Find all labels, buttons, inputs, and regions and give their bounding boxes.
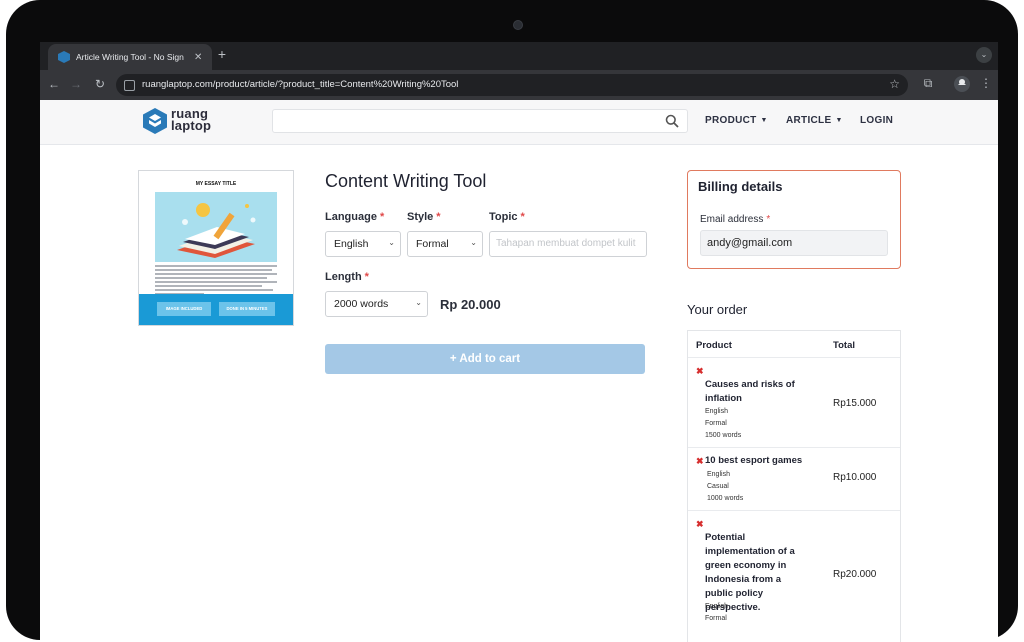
- item-total: Rp20.000: [833, 569, 877, 580]
- order-table: Product Total ✖ Causes and risks of infl…: [687, 330, 901, 642]
- length-select[interactable]: 2000 words ⌄: [325, 291, 428, 317]
- remove-item-icon[interactable]: ✖: [696, 366, 704, 377]
- nav-article-label: ARTICLE: [786, 115, 832, 126]
- col-product-header: Product: [696, 340, 732, 351]
- new-tab-button[interactable]: +: [213, 46, 231, 62]
- nav-article[interactable]: ARTICLE ▼: [786, 115, 843, 126]
- camera-icon: [513, 20, 523, 30]
- billing-details-panel: Billing details Email address * andy@gmai…: [687, 170, 901, 269]
- style-value: Formal: [416, 238, 449, 250]
- back-arrow-icon[interactable]: ←: [46, 77, 62, 91]
- topic-label: Topic *: [489, 211, 525, 223]
- remove-item-icon[interactable]: ✖: [696, 456, 704, 467]
- email-value: andy@gmail.com: [707, 237, 793, 249]
- table-row: ✖ Causes and risks of inflation English …: [688, 357, 900, 448]
- logo-line-2: laptop: [171, 118, 212, 133]
- tab-search-chevron-icon[interactable]: ⌄: [976, 47, 992, 63]
- image-included-badge: IMAGE INCLUDED: [157, 302, 211, 316]
- laptop-frame: Article Writing Tool - No Sign ✕ + ⌄ ← →…: [6, 0, 1018, 642]
- col-total-header: Total: [833, 340, 855, 351]
- item-total: Rp15.000: [833, 398, 877, 409]
- chevron-down-icon: ⌄: [470, 238, 477, 247]
- item-meta: English Formal: [705, 603, 728, 622]
- close-tab-icon[interactable]: ✕: [194, 52, 202, 63]
- tab-title: Article Writing Tool - No Sign: [76, 52, 184, 62]
- your-order-title: Your order: [687, 302, 748, 317]
- length-value: 2000 words: [334, 298, 389, 310]
- site-logo-text[interactable]: ruang laptop: [171, 107, 212, 133]
- address-bar[interactable]: ruanglaptop.com/product/article/?product…: [116, 74, 908, 96]
- length-label: Length *: [325, 271, 369, 283]
- site-favicon-icon: [58, 51, 70, 63]
- chevron-down-icon: ⌄: [415, 298, 422, 307]
- item-name: Causes and risks of inflation: [705, 379, 795, 404]
- email-label: Email address *: [700, 214, 771, 225]
- search-icon[interactable]: [665, 114, 679, 128]
- item-name: 10 best esport games: [705, 455, 803, 466]
- site-header: ruang laptop PRODUCT ▼ ARTICLE ▼ LOGIN: [40, 100, 998, 145]
- browser-window: Article Writing Tool - No Sign ✕ + ⌄ ← →…: [40, 42, 998, 642]
- billing-title: Billing details: [698, 179, 783, 194]
- essay-text-lines: [155, 265, 277, 297]
- language-value: English: [334, 238, 369, 250]
- add-to-cart-button[interactable]: + Add to cart: [325, 344, 645, 374]
- product-image: MY ESSAY TITLE IMAGE INCLUDED DONE IN 5 …: [138, 170, 294, 326]
- done-in-5-minutes-badge: DONE IN 5 MINUTES: [219, 302, 275, 316]
- bookmark-star-icon[interactable]: ☆: [889, 77, 900, 91]
- extensions-puzzle-icon[interactable]: ⧉: [920, 76, 936, 91]
- chevron-down-icon: ⌄: [388, 238, 395, 247]
- nav-product-label: PRODUCT: [705, 115, 757, 126]
- tab-bar: Article Writing Tool - No Sign ✕ + ⌄: [40, 42, 998, 70]
- item-total: Rp10.000: [833, 472, 877, 483]
- chevron-down-icon: ▼: [760, 117, 768, 124]
- browser-toolbar: ← → ↻ ruanglaptop.com/product/article/?p…: [40, 70, 998, 100]
- site-info-icon[interactable]: [124, 80, 135, 91]
- topic-placeholder: Tahapan membuat dompet kulit: [496, 238, 636, 249]
- nav-login-label: LOGIN: [860, 115, 894, 126]
- remove-item-icon[interactable]: ✖: [696, 519, 704, 530]
- url-text: ruanglaptop.com/product/article/?product…: [142, 79, 459, 90]
- item-meta: English Casual 1000 words: [707, 471, 744, 502]
- browser-tab[interactable]: Article Writing Tool - No Sign ✕: [48, 44, 212, 70]
- menu-kebab-icon[interactable]: ⋮: [978, 76, 994, 90]
- topic-input[interactable]: Tahapan membuat dompet kulit: [489, 231, 647, 257]
- product-title: Content Writing Tool: [325, 171, 487, 191]
- table-row: ✖ 10 best esport games English Casual 10…: [688, 447, 900, 511]
- profile-avatar-icon[interactable]: [954, 76, 970, 92]
- essay-title-text: MY ESSAY TITLE: [195, 181, 237, 187]
- ruanglaptop-logo-icon[interactable]: [142, 107, 168, 135]
- email-field[interactable]: andy@gmail.com: [700, 230, 888, 256]
- style-select[interactable]: Formal ⌄: [407, 231, 483, 257]
- product-price: Rp 20.000: [440, 297, 501, 312]
- nav-product[interactable]: PRODUCT ▼: [705, 115, 768, 126]
- language-label: Language *: [325, 211, 385, 223]
- style-label: Style *: [407, 211, 441, 223]
- chevron-down-icon: ▼: [835, 117, 843, 124]
- site-search-input[interactable]: [272, 109, 688, 133]
- nav-login[interactable]: LOGIN: [860, 115, 893, 126]
- reload-icon[interactable]: ↻: [92, 77, 108, 91]
- language-select[interactable]: English ⌄: [325, 231, 401, 257]
- book-pencil-illustration: [155, 192, 277, 262]
- forward-arrow-icon[interactable]: →: [68, 77, 84, 91]
- table-row: ✖ Potential implementation of a green ec…: [688, 510, 900, 642]
- item-meta: English Formal 1500 words: [705, 408, 742, 439]
